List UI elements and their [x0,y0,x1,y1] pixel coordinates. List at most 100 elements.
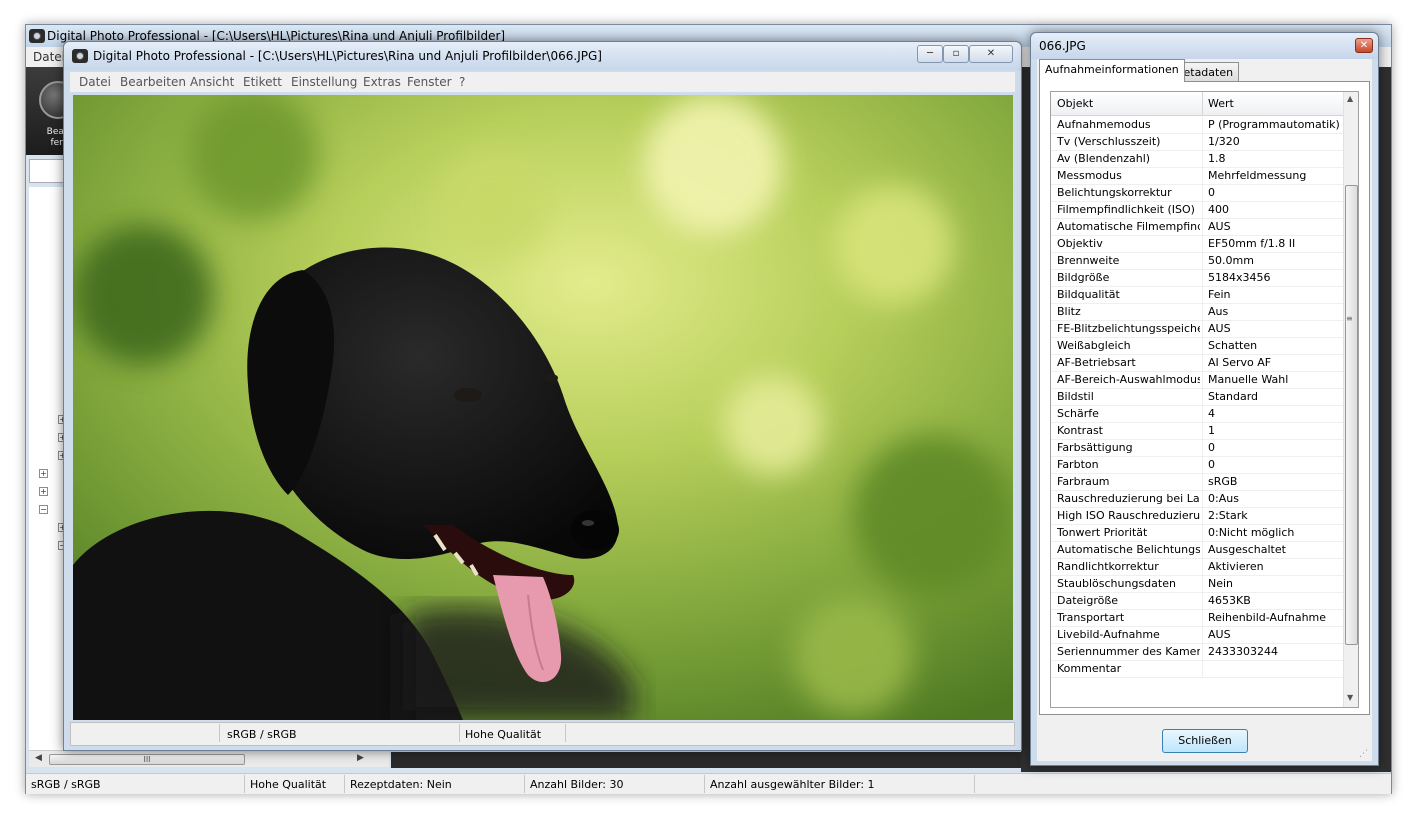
info-dialog-titlebar[interactable]: 066.JPG ✕ [1031,33,1378,59]
cell-objekt: Kommentar [1057,662,1122,675]
cell-objekt: Schärfe [1057,407,1099,420]
cell-wert: 400 [1208,203,1229,216]
status-divider [565,724,566,742]
tab-aufnahmeinformationen[interactable]: Aufnahmeinformationen [1039,59,1185,82]
table-row[interactable]: Farbsättigung 0 [1051,440,1343,457]
column-header-objekt[interactable]: Objekt [1057,97,1093,110]
table-row[interactable]: Av (Blendenzahl) 1.8 [1051,151,1343,168]
cell-wert: P (Programmautomatik) [1208,118,1340,131]
table-row[interactable]: Randlichtkorrektur Aktivieren [1051,559,1343,576]
tree-collapse-icon[interactable]: − [39,505,48,514]
table-row[interactable]: FE-Blitzbelichtungsspeicher... AUS [1051,321,1343,338]
thumbnail-strip[interactable] [391,752,1031,768]
column-divider[interactable] [1202,92,1203,116]
scroll-right-icon[interactable]: ▶ [357,753,364,763]
table-row[interactable]: Automatische Belichtungso... Ausgeschalte… [1051,542,1343,559]
cell-objekt: Livebild-Aufnahme [1057,628,1160,641]
menu-help[interactable]: ? [459,75,465,89]
cell-objekt: Bildgröße [1057,271,1110,284]
cell-wert: 1 [1208,424,1215,437]
menu-ansicht[interactable]: Ansicht [190,75,234,89]
folder-tree[interactable]: + + + + + − + − [29,187,67,757]
cell-divider [1202,525,1203,542]
folder-path-input[interactable] [29,159,65,183]
cell-objekt: FE-Blitzbelichtungsspeicher... [1057,322,1200,335]
table-row[interactable]: AF-Bereich-Auswahlmodus Manuelle Wahl [1051,372,1343,389]
table-row[interactable]: Dateigröße 4653KB [1051,593,1343,610]
menu-fenster[interactable]: Fenster [407,75,452,89]
main-menu-datei[interactable]: Datei [33,50,65,64]
status-recipe: Rezeptdaten: Nein [350,778,452,791]
status-selected-count: Anzahl ausgewählter Bilder: 1 [710,778,875,791]
table-row[interactable]: Messmodus Mehrfeldmessung [1051,168,1343,185]
menu-einstellung[interactable]: Einstellung [291,75,357,89]
cell-objekt: Belichtungskorrektur [1057,186,1172,199]
scroll-left-icon[interactable]: ◀ [35,753,42,763]
close-button[interactable]: Schließen [1162,729,1248,753]
info-dialog-title: 066.JPG [1039,39,1086,53]
cell-wert: 4 [1208,407,1215,420]
maximize-button[interactable]: ▫ [943,45,969,63]
table-row[interactable]: Kontrast 1 [1051,423,1343,440]
table-row[interactable]: Belichtungskorrektur 0 [1051,185,1343,202]
table-row[interactable]: AF-Betriebsart AI Servo AF [1051,355,1343,372]
cell-divider [1202,542,1203,559]
info-table[interactable]: Objekt Wert Aufnahmemodus P (Programmauto… [1050,91,1359,708]
table-row[interactable]: Farbton 0 [1051,457,1343,474]
scroll-thumb[interactable] [1345,185,1358,645]
scroll-up-icon[interactable]: ▲ [1347,94,1353,103]
table-row[interactable]: Brennweite 50.0mm [1051,253,1343,270]
viewer-window-title: Digital Photo Professional - [C:\Users\H… [93,49,602,63]
table-row[interactable]: Schärfe 4 [1051,406,1343,423]
table-row[interactable]: Tv (Verschlusszeit) 1/320 [1051,134,1343,151]
menu-bearbeiten[interactable]: Bearbeiten [120,75,186,89]
table-row[interactable]: Bildqualität Fein [1051,287,1343,304]
menu-etikett[interactable]: Etikett [243,75,282,89]
cell-objekt: Bildqualität [1057,288,1120,301]
cell-objekt: Farbsättigung [1057,441,1133,454]
close-icon[interactable]: ✕ [1355,38,1373,53]
table-row[interactable]: Livebild-Aufnahme AUS [1051,627,1343,644]
scroll-thumb[interactable]: III [49,754,245,765]
table-row[interactable]: Rauschreduzierung bei Lan... 0:Aus [1051,491,1343,508]
minimize-button[interactable]: ─ [917,45,943,63]
folder-tree-hscrollbar[interactable]: ◀ III ▶ [29,750,389,767]
status-divider [704,775,705,793]
scroll-down-icon[interactable]: ▼ [1347,693,1353,702]
table-row[interactable]: Transportart Reihenbild-Aufnahme [1051,610,1343,627]
tree-expand-icon[interactable]: + [39,469,48,478]
table-row[interactable]: Objektiv EF50mm f/1.8 II [1051,236,1343,253]
table-row[interactable]: Bildgröße 5184x3456 [1051,270,1343,287]
viewer-titlebar[interactable]: Digital Photo Professional - [C:\Users\H… [64,42,1021,70]
table-row[interactable]: Filmempfindlichkeit (ISO) 400 [1051,202,1343,219]
cell-objekt: Blitz [1057,305,1081,318]
table-row[interactable]: Weißabgleich Schatten [1051,338,1343,355]
table-row[interactable]: Seriennummer des Kamera... 2433303244 [1051,644,1343,661]
resize-grip-icon[interactable]: ⋰ [1359,749,1368,759]
table-row[interactable]: Farbraum sRGB [1051,474,1343,491]
cell-divider [1202,627,1203,644]
table-row[interactable]: Bildstil Standard [1051,389,1343,406]
table-row[interactable]: Aufnahmemodus P (Programmautomatik) [1051,117,1343,134]
table-row[interactable]: High ISO Rauschreduzierung 2:Stark [1051,508,1343,525]
table-row[interactable]: Blitz Aus [1051,304,1343,321]
close-window-button[interactable]: ✕ [969,45,1013,63]
cell-divider [1202,440,1203,457]
column-header-wert[interactable]: Wert [1208,97,1234,110]
cell-divider [1202,321,1203,338]
tree-expand-icon[interactable]: + [39,487,48,496]
cell-wert: Ausgeschaltet [1208,543,1286,556]
menu-datei[interactable]: Datei [79,75,111,89]
table-row[interactable]: Kommentar [1051,661,1343,678]
menu-extras[interactable]: Extras [363,75,401,89]
cell-objekt: Weißabgleich [1057,339,1131,352]
photo-preview[interactable] [73,95,1013,720]
cell-wert: 0:Aus [1208,492,1239,505]
table-row[interactable]: Staublöschungsdaten Nein [1051,576,1343,593]
table-row[interactable]: Automatische Filmempfindli... AUS [1051,219,1343,236]
cell-objekt: Av (Blendenzahl) [1057,152,1151,165]
table-row[interactable]: Tonwert Priorität 0:Nicht möglich [1051,525,1343,542]
cell-wert: AI Servo AF [1208,356,1272,369]
table-vscrollbar[interactable]: ▲ ≡ ▼ [1343,92,1358,707]
info-dialog: 066.JPG ✕ Aufnahmeinformationen Metadate… [1030,32,1379,766]
